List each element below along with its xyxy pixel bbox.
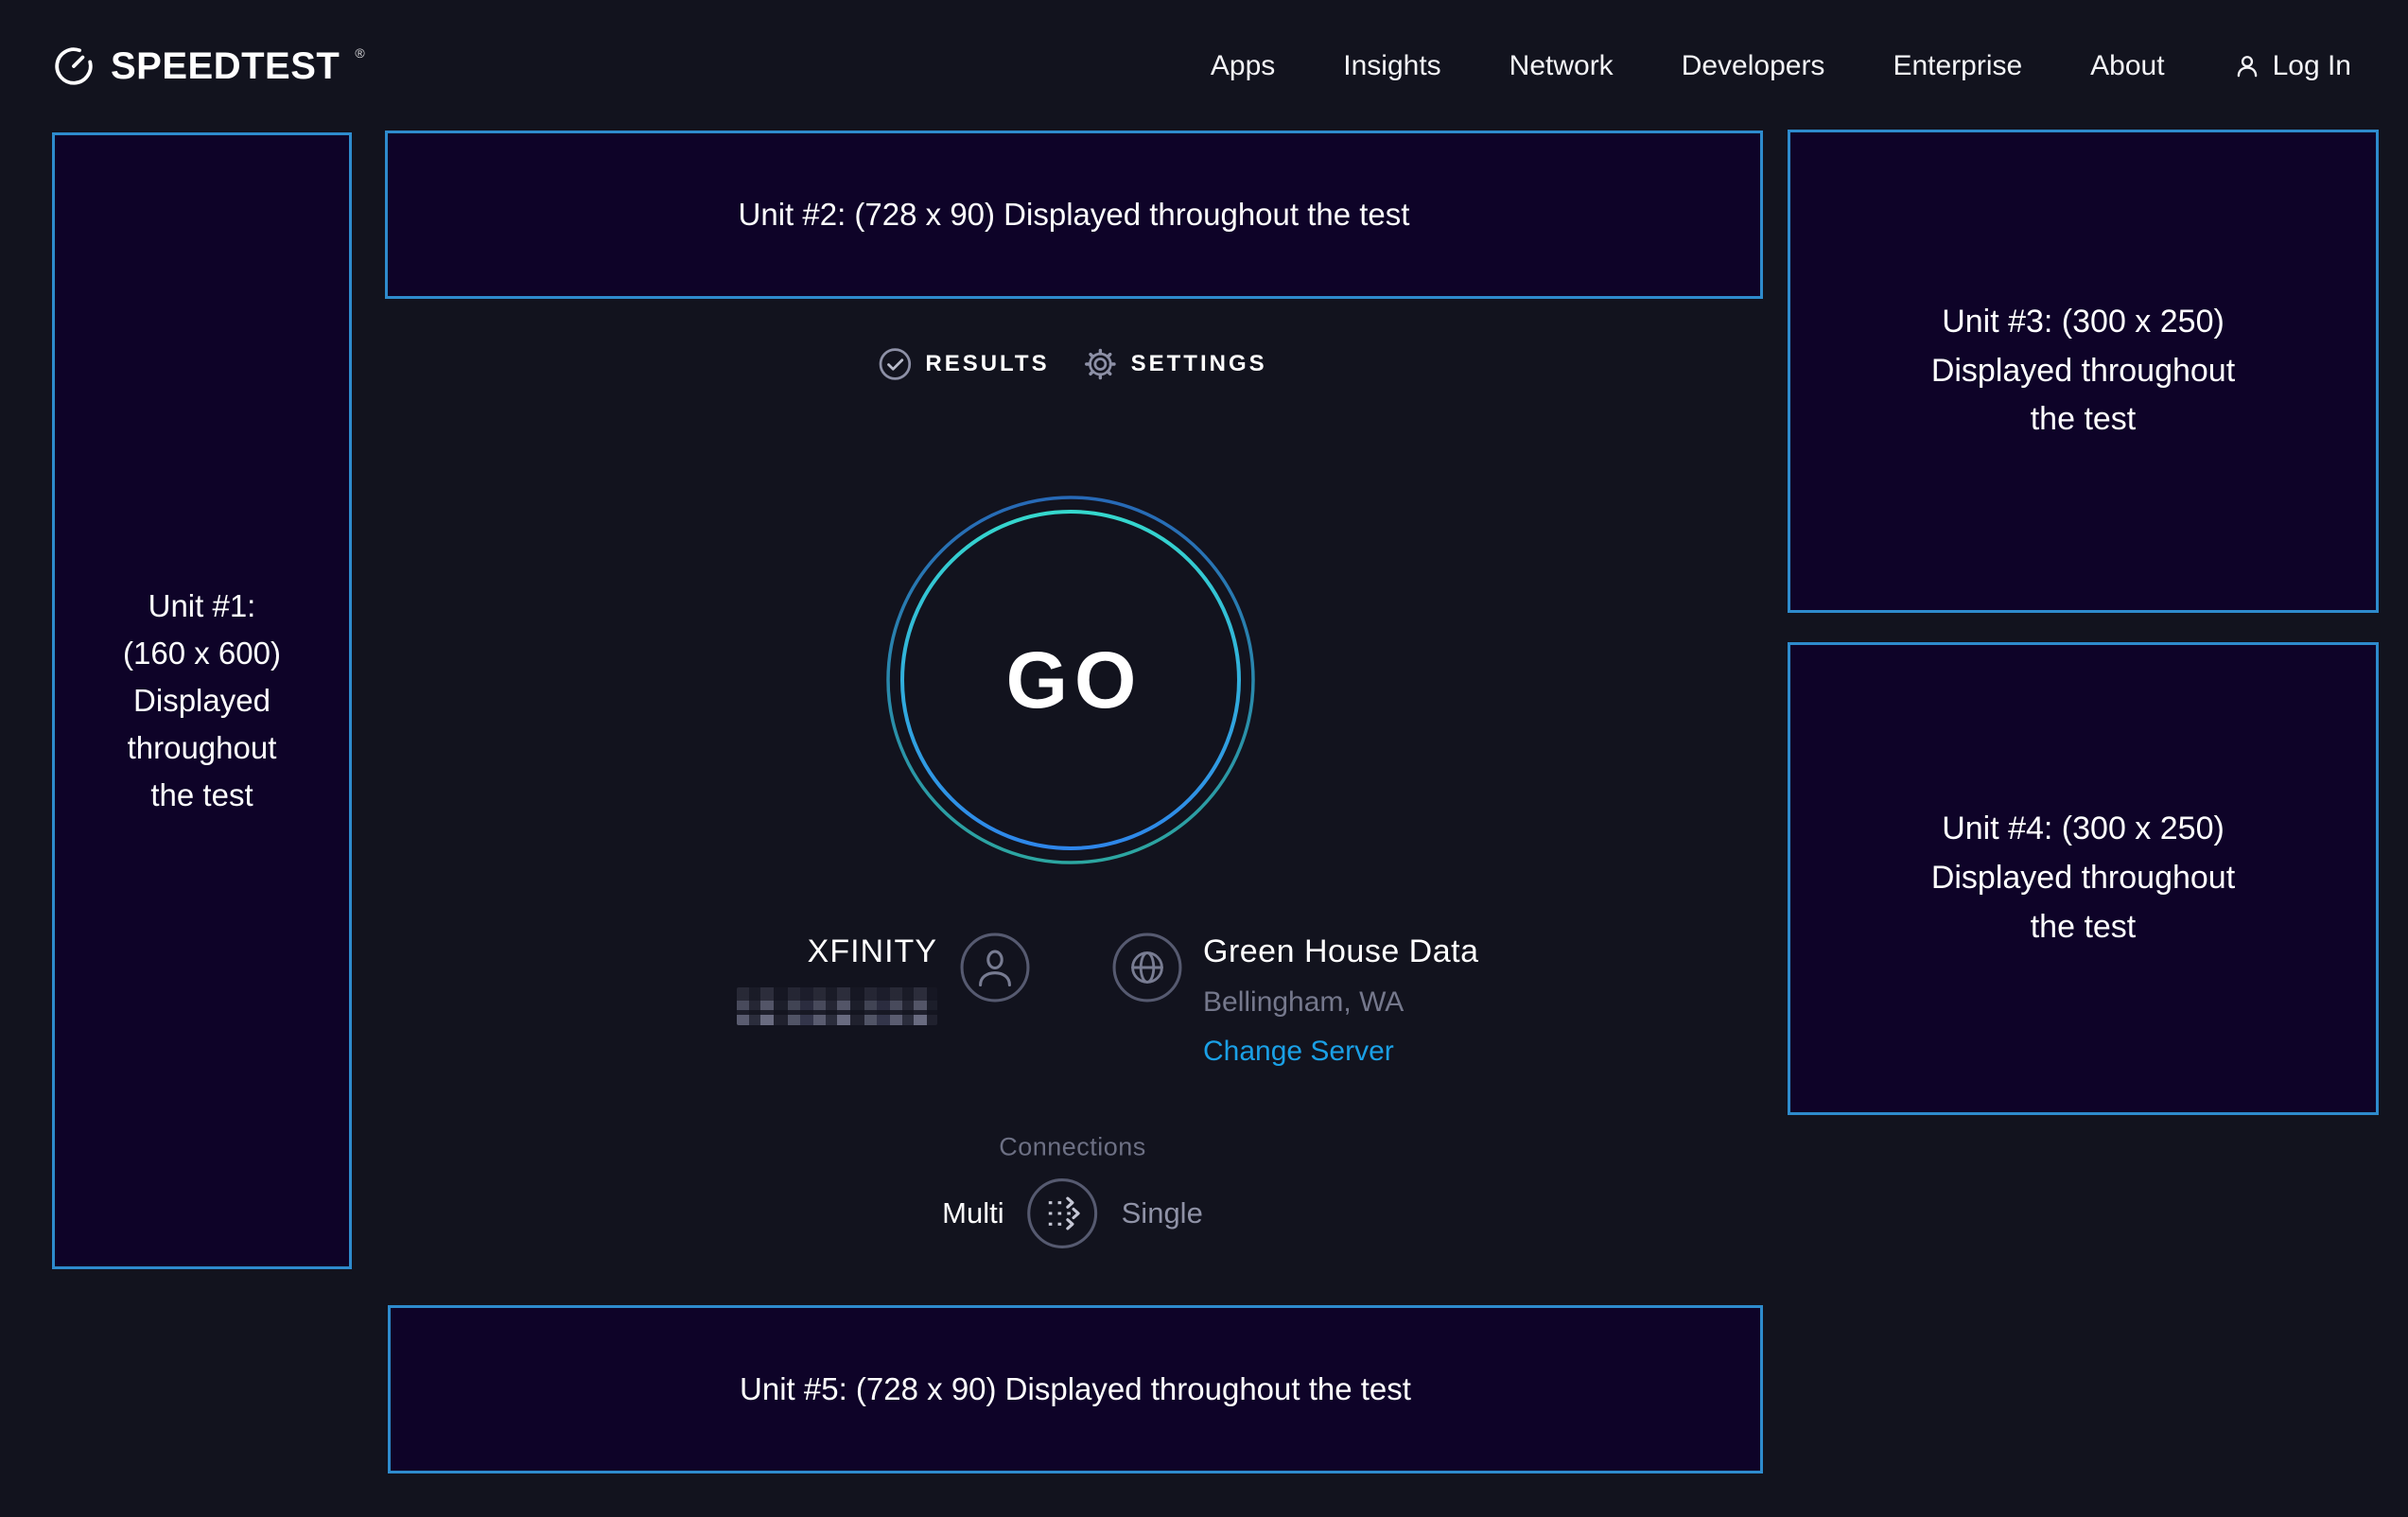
speedometer-icon xyxy=(52,44,96,88)
connections-title: Connections xyxy=(999,1133,1146,1162)
ad-unit-4-rectangle[interactable]: Unit #4: (300 x 250) Displayed throughou… xyxy=(1788,642,2379,1115)
tab-results-label: RESULTS xyxy=(925,351,1049,377)
multi-connection-arrows-icon[interactable] xyxy=(1027,1177,1099,1249)
isp-name: XFINITY xyxy=(737,933,937,970)
isp-text-block: XFINITY xyxy=(737,933,937,1025)
ad-unit-3-rectangle[interactable]: Unit #3: (300 x 250) Displayed throughou… xyxy=(1788,130,2379,613)
speedtest-page: SPEEDTEST ® Apps Insights Network Develo… xyxy=(0,0,2408,1517)
nav-item-enterprise[interactable]: Enterprise xyxy=(1893,50,2022,82)
speedtest-logo[interactable]: SPEEDTEST ® xyxy=(52,44,365,88)
results-settings-tabs: RESULTS xyxy=(878,347,1266,381)
nav-item-insights[interactable]: Insights xyxy=(1343,50,1440,82)
server-info-block: Green House Data Bellingham, WA Change S… xyxy=(1112,933,1479,1069)
connections-single-option[interactable]: Single xyxy=(1122,1196,1203,1230)
nav-item-developers[interactable]: Developers xyxy=(1682,50,1825,82)
nav-item-about[interactable]: About xyxy=(2090,50,2164,82)
ad-unit-1-skyscraper[interactable]: Unit #1: (160 x 600) Displayed throughou… xyxy=(52,132,352,1269)
ad-unit-1-text: Unit #1: (160 x 600) Displayed throughou… xyxy=(118,583,287,820)
ad-unit-2-leaderboard[interactable]: Unit #2: (728 x 90) Displayed throughout… xyxy=(385,131,1763,299)
logo-wordmark: SPEEDTEST xyxy=(111,45,340,88)
server-text-block: Green House Data Bellingham, WA Change S… xyxy=(1203,933,1479,1069)
go-button[interactable]: GO xyxy=(885,495,1256,865)
nav-item-apps[interactable]: Apps xyxy=(1211,50,1275,82)
trademark-symbol: ® xyxy=(355,45,364,61)
globe-icon[interactable] xyxy=(1112,933,1182,1069)
change-server-link[interactable]: Change Server xyxy=(1203,1035,1479,1069)
isp-info-block: XFINITY xyxy=(0,933,1030,1025)
go-button-label: GO xyxy=(885,495,1256,865)
primary-nav: Apps Insights Network Developers Enterpr… xyxy=(1211,50,2351,82)
ad-unit-5-text: Unit #5: (728 x 90) Displayed throughout… xyxy=(740,1366,1411,1413)
isp-avatar-icon[interactable] xyxy=(960,933,1030,1025)
login-button[interactable]: Log In xyxy=(2233,50,2351,82)
gear-icon xyxy=(1084,347,1118,381)
connections-toggle: Multi Singl xyxy=(942,1177,1203,1249)
ad-unit-2-text: Unit #2: (728 x 90) Displayed throughout… xyxy=(739,191,1410,238)
ad-unit-5-leaderboard[interactable]: Unit #5: (728 x 90) Displayed throughout… xyxy=(388,1305,1763,1473)
login-label: Log In xyxy=(2273,50,2351,82)
user-icon xyxy=(2233,52,2261,80)
tab-results[interactable]: RESULTS xyxy=(878,347,1049,381)
server-location: Bellingham, WA xyxy=(1203,985,1479,1020)
top-nav-bar: SPEEDTEST ® Apps Insights Network Develo… xyxy=(0,0,2408,132)
ip-address-redacted xyxy=(737,987,937,1025)
ad-unit-4-text: Unit #4: (300 x 250) Displayed throughou… xyxy=(1917,805,2250,951)
ad-unit-3-text: Unit #3: (300 x 250) Displayed throughou… xyxy=(1917,298,2250,445)
connections-multi-option[interactable]: Multi xyxy=(942,1196,1003,1230)
nav-item-network[interactable]: Network xyxy=(1509,50,1614,82)
tab-settings[interactable]: SETTINGS xyxy=(1084,347,1267,381)
tab-settings-label: SETTINGS xyxy=(1131,351,1267,377)
check-circle-icon xyxy=(878,347,912,381)
server-name: Green House Data xyxy=(1203,933,1479,970)
